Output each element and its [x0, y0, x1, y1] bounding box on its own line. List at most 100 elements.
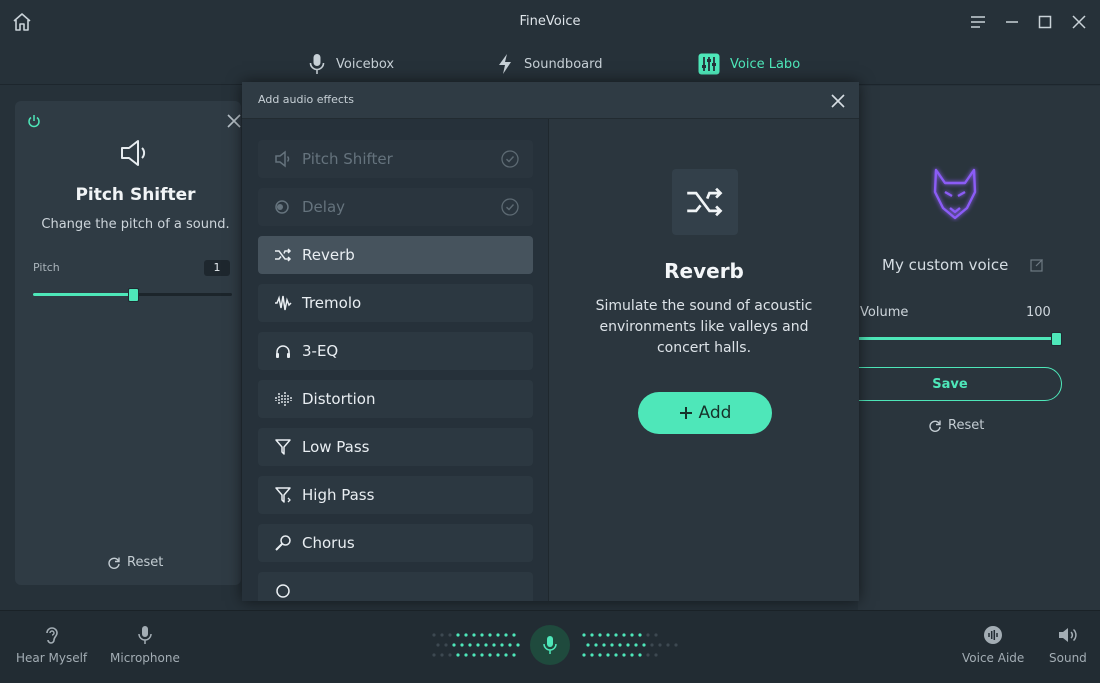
pitch-slider-fill: [33, 293, 133, 296]
volume-slider-thumb[interactable]: [1051, 332, 1062, 346]
volume-slider-fill: [858, 337, 1056, 340]
volume-value: 100: [1026, 305, 1051, 320]
effect-label: Tremolo: [302, 294, 362, 312]
speaker-icon: [1057, 625, 1079, 645]
reset-icon: [107, 556, 121, 570]
effect-item-distortion[interactable]: Distortion: [258, 380, 533, 418]
filter-icon: [274, 486, 292, 504]
effect-item-3-eq[interactable]: 3-EQ: [258, 332, 533, 370]
detail-description: Simulate the sound of acoustic environme…: [595, 298, 813, 356]
tab-label: Voicebox: [336, 56, 395, 72]
reset-label: Reset: [948, 418, 985, 433]
microphone-button[interactable]: Microphone: [110, 625, 180, 665]
sliders-icon: [698, 53, 720, 75]
detail-icon-box: [672, 169, 738, 235]
pitch-value-input[interactable]: 1: [204, 260, 230, 276]
waveform-icon: [274, 294, 292, 312]
add-label: Add: [698, 403, 732, 423]
close-icon[interactable]: [831, 94, 845, 108]
effect-description: Change the pitch of a sound.: [41, 217, 230, 232]
check-circle-icon: [501, 198, 519, 216]
reset-icon: [928, 419, 942, 433]
distortion-icon: [274, 390, 292, 408]
shuffle-icon: [685, 182, 725, 222]
effect-label: Chorus: [302, 534, 355, 552]
effect-item-delay[interactable]: Delay: [258, 188, 533, 226]
effect-label: High Pass: [302, 486, 375, 504]
add-effect-button[interactable]: Add: [638, 392, 772, 434]
save-button[interactable]: Save: [838, 367, 1062, 401]
effect-label: Pitch Shifter: [302, 150, 393, 168]
microphone-label: Microphone: [110, 651, 180, 665]
microphone-icon: [274, 534, 292, 552]
close-icon[interactable]: [1069, 12, 1089, 32]
effect-item-pitch-shifter[interactable]: Pitch Shifter: [258, 140, 533, 178]
hear-myself-label: Hear Myself: [16, 651, 88, 665]
voice-aide-button[interactable]: Voice Aide: [962, 625, 1024, 665]
effect-label: Distortion: [302, 390, 376, 408]
effect-item-chorus[interactable]: Chorus: [258, 524, 533, 562]
microphone-icon: [308, 53, 326, 75]
dialog-header: Add audio effects: [242, 82, 859, 119]
detail-title: Reverb: [664, 259, 744, 283]
menu-icon[interactable]: [968, 12, 988, 32]
effect-item-high-pass[interactable]: High Pass: [258, 476, 533, 514]
effect-icon: [274, 582, 292, 600]
dialog-title: Add audio effects: [258, 93, 354, 106]
hear-myself-button[interactable]: Hear Myself: [16, 625, 87, 665]
effect-label: Low Pass: [302, 438, 370, 456]
voice-aide-label: Voice Aide: [962, 651, 1025, 665]
shuffle-icon: [274, 246, 292, 264]
edit-icon[interactable]: [1030, 258, 1044, 272]
tab-voice-labo[interactable]: Voice Labo: [698, 52, 800, 76]
plus-icon: [679, 406, 693, 420]
microphone-icon: [542, 635, 558, 655]
minimize-icon[interactable]: [1002, 12, 1022, 32]
bottom-bar: Hear Myself Microphone Voice Aide Sound: [0, 610, 1100, 683]
speaker-icon: [118, 136, 152, 170]
maximize-icon[interactable]: [1035, 12, 1055, 32]
sound-label: Sound: [1049, 651, 1087, 665]
effect-detail: Reverb Simulate the sound of acoustic en…: [549, 119, 859, 601]
tab-voicebox[interactable]: Voicebox: [308, 52, 394, 76]
pitch-slider-thumb[interactable]: [128, 288, 139, 302]
effect-card-pitch-shifter: Pitch Shifter Change the pitch of a soun…: [15, 101, 241, 585]
effect-item-partial[interactable]: [258, 572, 533, 601]
headphones-icon: [274, 342, 292, 360]
effect-item-low-pass[interactable]: Low Pass: [258, 428, 533, 466]
tab-label: Soundboard: [524, 56, 603, 72]
power-icon[interactable]: [27, 114, 41, 128]
check-circle-icon: [501, 150, 519, 168]
reset-button[interactable]: Reset: [928, 418, 984, 433]
card-close-icon[interactable]: [227, 114, 241, 128]
filter-icon: [274, 438, 292, 456]
effect-label: 3-EQ: [302, 342, 339, 360]
title-bar: FineVoice: [0, 0, 1100, 44]
effect-item-tremolo[interactable]: Tremolo: [258, 284, 533, 322]
delay-icon: [274, 198, 292, 216]
app-title: FineVoice: [519, 14, 581, 29]
sound-button[interactable]: Sound: [1049, 625, 1087, 665]
tab-label: Voice Labo: [730, 56, 801, 72]
voice-name: My custom voice: [882, 256, 1009, 274]
speaker-icon: [274, 150, 292, 168]
tab-soundboard[interactable]: Soundboard: [496, 52, 602, 76]
voice-aide-icon: [983, 625, 1003, 645]
reset-label: Reset: [127, 555, 164, 570]
wolf-avatar-icon: [928, 166, 982, 222]
effect-item-reverb[interactable]: Reverb: [258, 236, 533, 274]
add-audio-effects-dialog: Add audio effects Pitch Shifter Delay Re…: [242, 82, 859, 601]
effect-label: Delay: [302, 198, 346, 216]
input-level-meter-left: [430, 631, 522, 661]
input-level-meter-right: [580, 631, 680, 661]
mic-toggle-button[interactable]: [530, 625, 570, 665]
lightning-icon: [496, 53, 514, 75]
main-tabs: Voicebox Soundboard Voice Labo: [0, 44, 1100, 85]
ear-icon: [43, 625, 61, 645]
microphone-icon: [137, 625, 153, 645]
reset-button[interactable]: Reset: [107, 555, 163, 570]
pitch-label: Pitch: [33, 261, 60, 274]
effect-label: Reverb: [302, 246, 355, 264]
volume-label: Volume: [860, 305, 909, 320]
effect-title: Pitch Shifter: [75, 185, 196, 205]
